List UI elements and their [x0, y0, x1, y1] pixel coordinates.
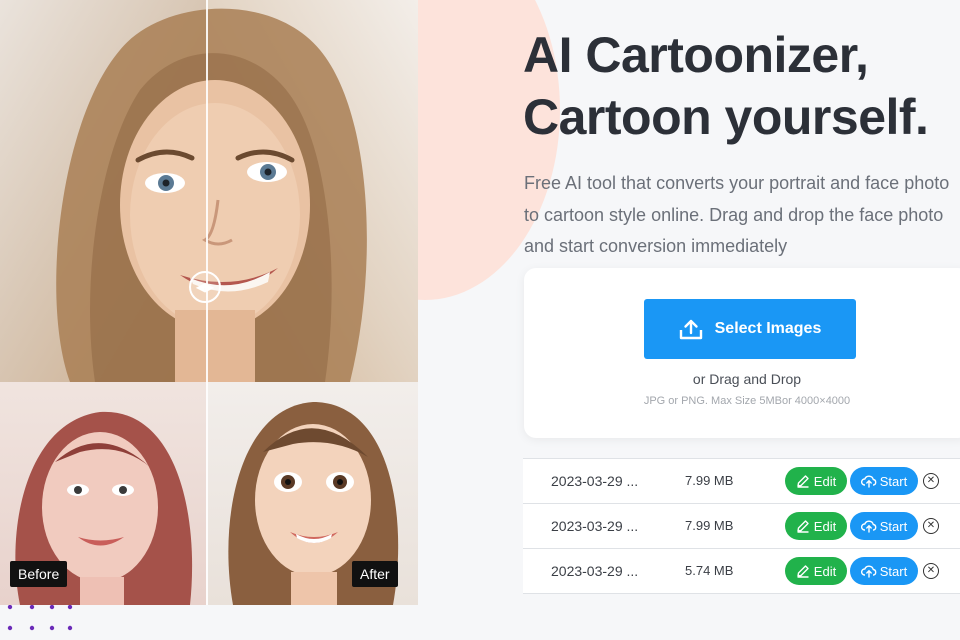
file-list: 2023-03-29 ... 7.99 MB Edit Start ✕ 2023… [523, 458, 960, 594]
page-title: AI Cartoonizer, Cartoon yourself. [523, 24, 960, 148]
slider-arrows-icon: ◀▶ [195, 280, 215, 294]
start-button[interactable]: Start [850, 467, 918, 495]
cloud-upload-icon [860, 475, 877, 488]
file-row: 2023-03-29 ... 5.74 MB Edit Start ✕ [523, 549, 960, 594]
drag-drop-text: or Drag and Drop [692, 371, 802, 387]
before-after-comparison[interactable]: ◀▶ Before After [0, 0, 418, 605]
decorative-dots [7, 604, 73, 631]
start-button[interactable]: Start [850, 557, 918, 585]
start-label: Start [879, 518, 908, 534]
pencil-icon [797, 565, 809, 578]
select-images-label: Select Images [714, 320, 822, 337]
pencil-icon [797, 520, 809, 533]
edit-label: Edit [813, 518, 837, 534]
after-label: After [352, 561, 398, 587]
edit-label: Edit [813, 563, 837, 579]
file-row: 2023-03-29 ... 7.99 MB Edit Start ✕ [523, 458, 960, 504]
main-portrait-photo [0, 0, 418, 382]
edit-button[interactable]: Edit [785, 557, 847, 585]
edit-button[interactable]: Edit [785, 512, 847, 540]
pencil-icon [797, 475, 809, 488]
slider-handle[interactable]: ◀▶ [189, 271, 221, 303]
close-circle-icon[interactable]: ✕ [923, 473, 939, 489]
page-description: Free AI tool that converts your portrait… [524, 173, 950, 256]
page-title-line-2: Cartoon yourself. [523, 89, 929, 145]
file-size: 5.74 MB [685, 563, 734, 578]
file-name: 2023-03-29 ... [551, 473, 639, 489]
edit-label: Edit [813, 473, 837, 489]
start-label: Start [879, 563, 908, 579]
upload-icon [679, 319, 702, 340]
file-size: 7.99 MB [685, 518, 734, 533]
file-size-hint: JPG or PNG. Max Size 5MBor 4000×4000 [643, 395, 851, 407]
file-name: 2023-03-29 ... [551, 563, 639, 579]
close-circle-icon[interactable]: ✕ [923, 563, 939, 579]
start-button[interactable]: Start [850, 512, 918, 540]
upload-dropzone[interactable]: Select Images or Drag and Drop JPG or PN… [524, 268, 960, 438]
select-images-button[interactable]: Select Images [644, 299, 856, 359]
edit-button[interactable]: Edit [785, 467, 847, 495]
file-size: 7.99 MB [685, 473, 734, 488]
start-label: Start [879, 473, 908, 489]
portrait-illustration [56, 8, 367, 382]
close-circle-icon[interactable]: ✕ [923, 518, 939, 534]
cloud-upload-icon [860, 565, 877, 578]
file-name: 2023-03-29 ... [551, 518, 639, 534]
cloud-upload-icon [860, 520, 877, 533]
file-row: 2023-03-29 ... 7.99 MB Edit Start ✕ [523, 504, 960, 549]
page-title-line-1: AI Cartoonizer, [523, 27, 869, 83]
before-label: Before [10, 561, 68, 587]
